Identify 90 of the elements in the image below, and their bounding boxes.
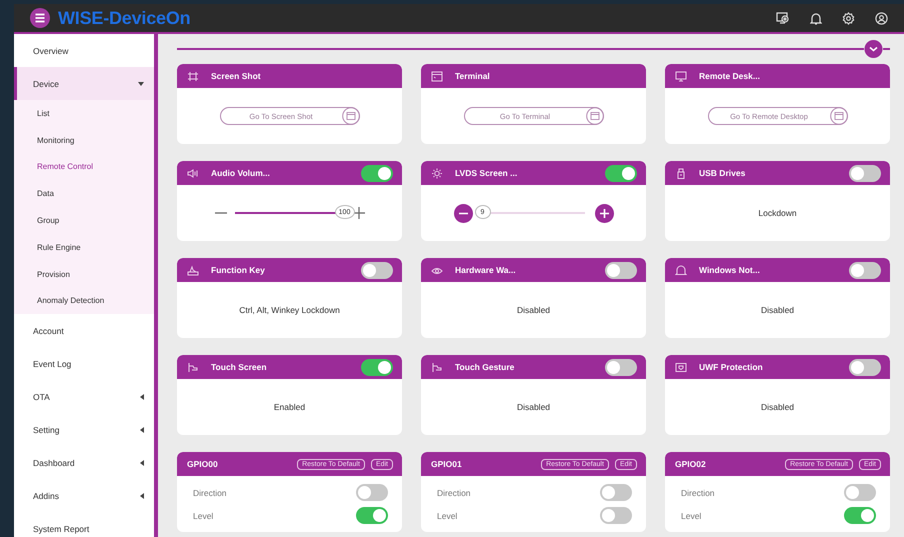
caret-left-icon xyxy=(140,394,144,400)
card-title: Remote Desk... xyxy=(699,71,761,81)
shield-screen-icon xyxy=(675,362,687,372)
sidebar-subitem[interactable]: Provision xyxy=(14,260,154,288)
toggle-switch[interactable] xyxy=(600,507,632,524)
menu-icon[interactable] xyxy=(30,8,50,28)
minus-button-icon[interactable] xyxy=(454,204,472,222)
gpio-label: Direction xyxy=(437,488,471,498)
card-title: Touch Screen xyxy=(211,362,268,372)
toggle-switch[interactable] xyxy=(361,358,393,376)
gpio-label: Direction xyxy=(681,488,715,498)
sidebar-subitem[interactable]: Rule Engine xyxy=(14,234,154,261)
toggle-switch[interactable] xyxy=(361,262,393,278)
card-title: Windows Not... xyxy=(699,265,761,275)
speaker-icon xyxy=(187,168,199,178)
chevron-down-icon[interactable] xyxy=(864,40,883,58)
minus-icon[interactable] xyxy=(214,211,226,215)
status-text: Disabled xyxy=(516,402,550,412)
toggle-switch[interactable] xyxy=(356,484,388,501)
toggle-switch[interactable] xyxy=(849,358,881,376)
caret-left-icon xyxy=(140,460,144,466)
toggle-switch[interactable] xyxy=(844,484,876,501)
status-text: Disabled xyxy=(760,305,794,315)
gpio-label: Direction xyxy=(193,488,227,498)
card-title: Touch Gesture xyxy=(455,362,516,372)
settings-icon[interactable] xyxy=(842,12,855,24)
touch-hand-icon xyxy=(187,362,199,372)
sidebar-subitem[interactable]: List xyxy=(14,100,154,127)
sidebar-item[interactable]: Setting xyxy=(14,413,154,446)
caret-left-icon xyxy=(140,492,144,499)
status-text: Disabled xyxy=(760,402,794,412)
usb-drive-icon xyxy=(675,168,687,178)
window-icon xyxy=(830,107,848,125)
caret-down-icon xyxy=(138,82,144,86)
sidebar-subitem[interactable]: Monitoring xyxy=(14,126,154,154)
window-icon xyxy=(431,70,443,82)
toggle-switch[interactable] xyxy=(605,358,637,376)
sidebar-subitem[interactable]: Group xyxy=(14,207,154,234)
toggle-switch[interactable] xyxy=(356,507,388,524)
caret-left-icon xyxy=(140,426,144,433)
gpio-label: Level xyxy=(681,510,702,520)
card-title: UWF Protection xyxy=(699,362,764,372)
sidebar-item[interactable]: Overview xyxy=(14,34,154,67)
status-text: Lockdown xyxy=(758,208,797,218)
card-title: Audio Volum... xyxy=(211,168,271,178)
keyboard-hand-icon xyxy=(187,264,199,276)
gpio-label: Level xyxy=(437,510,458,520)
sidebar-subitem[interactable]: Remote Control xyxy=(14,154,154,180)
status-text: Enabled xyxy=(274,402,306,412)
sidebar-item[interactable]: Dashboard xyxy=(14,446,154,480)
card-title: GPIO01 xyxy=(431,459,463,469)
card-title: Screen Shot xyxy=(211,71,262,81)
card-title: USB Drives xyxy=(699,168,746,178)
toggle-switch[interactable] xyxy=(844,507,876,524)
card-title: Function Key xyxy=(211,265,266,275)
status-text: Ctrl, Alt, Winkey Lockdown xyxy=(239,305,340,315)
sidebar-subitem[interactable]: Data xyxy=(14,180,154,208)
window-icon xyxy=(586,107,604,125)
toggle-switch[interactable] xyxy=(600,484,632,501)
toggle-switch[interactable] xyxy=(605,164,637,182)
sidebar-item[interactable]: Device xyxy=(14,67,154,100)
plus-icon[interactable] xyxy=(352,207,364,219)
crop-frame-icon xyxy=(187,70,199,82)
bell-icon xyxy=(675,264,687,276)
window-icon xyxy=(342,107,360,125)
sidebar-item[interactable]: Account xyxy=(14,314,154,348)
gpio-label: Level xyxy=(193,510,214,520)
card-title: Hardware Wa... xyxy=(455,265,517,275)
status-text: Disabled xyxy=(516,305,550,315)
card-title: Terminal xyxy=(455,71,491,81)
sidebar-item[interactable]: System Report xyxy=(14,512,154,537)
monitor-gear-icon[interactable] xyxy=(776,11,790,25)
card-title: LVDS Screen ... xyxy=(455,168,518,178)
user-icon[interactable] xyxy=(875,12,888,24)
sidebar-item[interactable]: Event Log xyxy=(14,347,154,380)
bell-icon[interactable] xyxy=(810,12,822,24)
app-title: WISE-DeviceOn xyxy=(58,8,190,28)
toggle-switch[interactable] xyxy=(849,262,881,278)
sidebar-subitem[interactable]: Anomaly Detection xyxy=(14,288,154,314)
toggle-switch[interactable] xyxy=(605,262,637,278)
sidebar-item[interactable]: Addins xyxy=(14,479,154,512)
toggle-switch[interactable] xyxy=(849,164,881,182)
toggle-switch[interactable] xyxy=(361,164,393,182)
touch-hand-icon xyxy=(431,362,443,372)
card-title: GPIO00 xyxy=(187,459,219,469)
sidebar-item[interactable]: OTA xyxy=(14,380,154,414)
card-title: GPIO02 xyxy=(675,459,707,469)
sun-icon xyxy=(431,168,443,178)
monitor-icon xyxy=(675,70,687,82)
plus-button-icon[interactable] xyxy=(594,204,614,222)
